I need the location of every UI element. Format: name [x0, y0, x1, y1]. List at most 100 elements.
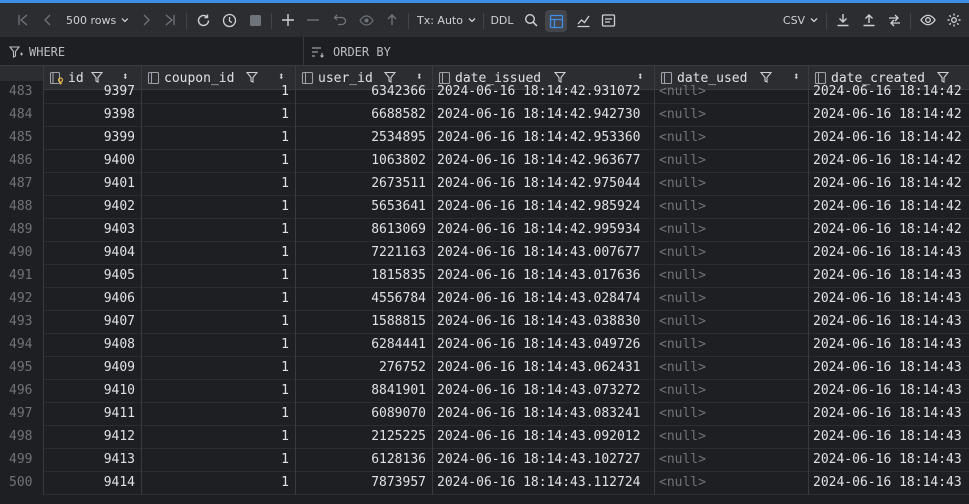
date-created-cell[interactable]: 2024-06-16 18:14:43	[809, 242, 969, 265]
id-cell[interactable]: 9408	[44, 334, 142, 357]
chart-view-icon[interactable]	[573, 3, 593, 37]
date-created-cell[interactable]: 2024-06-16 18:14:43	[809, 265, 969, 288]
eye-icon[interactable]	[917, 3, 939, 37]
date-used-cell[interactable]: <null>	[655, 472, 809, 495]
date-used-cell[interactable]: <null>	[655, 265, 809, 288]
user-id-cell[interactable]: 8841901	[296, 380, 433, 403]
table-row[interactable]: 487 9401 1 2673511 2024-06-16 18:14:42.97504…	[0, 173, 969, 196]
last-page-icon[interactable]	[160, 3, 180, 37]
ddl-button[interactable]: DDL	[489, 3, 515, 37]
date-issued-cell[interactable]: 2024-06-16 18:14:42.931072	[433, 81, 655, 104]
coupon-id-cell[interactable]: 1	[142, 104, 296, 127]
date-used-cell[interactable]: <null>	[655, 219, 809, 242]
table-row[interactable]: 498 9412 1 2125225 2024-06-16 18:14:43.09201…	[0, 426, 969, 449]
date-issued-cell[interactable]: 2024-06-16 18:14:43.102727	[433, 449, 655, 472]
date-created-cell[interactable]: 2024-06-16 18:14:43	[809, 380, 969, 403]
date-created-cell[interactable]: 2024-06-16 18:14:42	[809, 219, 969, 242]
user-id-cell[interactable]: 6089070	[296, 403, 433, 426]
history-icon[interactable]	[219, 3, 239, 37]
date-used-cell[interactable]: <null>	[655, 380, 809, 403]
coupon-id-cell[interactable]: 1	[142, 380, 296, 403]
date-issued-cell[interactable]: 2024-06-16 18:14:43.112724	[433, 472, 655, 495]
id-cell[interactable]: 9406	[44, 288, 142, 311]
date-issued-cell[interactable]: 2024-06-16 18:14:42.995934	[433, 219, 655, 242]
coupon-id-cell[interactable]: 1	[142, 449, 296, 472]
compare-icon[interactable]	[884, 3, 904, 37]
coupon-id-cell[interactable]: 1	[142, 357, 296, 380]
user-id-cell[interactable]: 2673511	[296, 173, 433, 196]
user-id-cell[interactable]: 1588815	[296, 311, 433, 334]
user-id-cell[interactable]: 4556784	[296, 288, 433, 311]
id-cell[interactable]: 9405	[44, 265, 142, 288]
table-row[interactable]: 500 9414 1 7873957 2024-06-16 18:14:43.11272…	[0, 472, 969, 495]
date-created-cell[interactable]: 2024-06-16 18:14:42	[809, 127, 969, 150]
user-id-cell[interactable]: 5653641	[296, 196, 433, 219]
id-cell[interactable]: 9404	[44, 242, 142, 265]
gear-icon[interactable]	[943, 3, 965, 37]
date-created-cell[interactable]: 2024-06-16 18:14:43	[809, 426, 969, 449]
user-id-cell[interactable]: 1063802	[296, 150, 433, 173]
date-issued-cell[interactable]: 2024-06-16 18:14:42.963677	[433, 150, 655, 173]
id-cell[interactable]: 9413	[44, 449, 142, 472]
page-size-dropdown[interactable]: 500 rows	[66, 3, 130, 37]
search-icon[interactable]	[521, 3, 541, 37]
table-row[interactable]: 492 9406 1 4556784 2024-06-16 18:14:43.02847…	[0, 288, 969, 311]
date-created-cell[interactable]: 2024-06-16 18:14:43	[809, 334, 969, 357]
where-filter[interactable]: WHERE	[9, 37, 65, 66]
table-row[interactable]: 495 9409 1 276752 2024-06-16 18:14:43.062431…	[0, 357, 969, 380]
date-issued-cell[interactable]: 2024-06-16 18:14:43.062431	[433, 357, 655, 380]
date-used-cell[interactable]: <null>	[655, 334, 809, 357]
date-used-cell[interactable]: <null>	[655, 127, 809, 150]
table-row[interactable]: 485 9399 1 2534895 2024-06-16 18:14:42.95336…	[0, 127, 969, 150]
date-used-cell[interactable]: <null>	[655, 242, 809, 265]
table-row[interactable]: 490 9404 1 7221163 2024-06-16 18:14:43.00767…	[0, 242, 969, 265]
date-created-cell[interactable]: 2024-06-16 18:14:43	[809, 472, 969, 495]
date-created-cell[interactable]: 2024-06-16 18:14:43	[809, 403, 969, 426]
coupon-id-cell[interactable]: 1	[142, 472, 296, 495]
user-id-cell[interactable]: 7873957	[296, 472, 433, 495]
date-issued-cell[interactable]: 2024-06-16 18:14:43.017636	[433, 265, 655, 288]
coupon-id-cell[interactable]: 1	[142, 334, 296, 357]
coupon-id-cell[interactable]: 1	[142, 426, 296, 449]
table-row[interactable]: 496 9410 1 8841901 2024-06-16 18:14:43.07327…	[0, 380, 969, 403]
coupon-id-cell[interactable]: 1	[142, 242, 296, 265]
export-format-dropdown[interactable]: CSV	[782, 3, 820, 37]
date-created-cell[interactable]: 2024-06-16 18:14:43	[809, 449, 969, 472]
date-used-cell[interactable]: <null>	[655, 104, 809, 127]
upload-icon[interactable]	[859, 3, 879, 37]
date-issued-cell[interactable]: 2024-06-16 18:14:42.953360	[433, 127, 655, 150]
coupon-id-cell[interactable]: 1	[142, 288, 296, 311]
date-issued-cell[interactable]: 2024-06-16 18:14:42.942730	[433, 104, 655, 127]
record-view-icon[interactable]	[598, 3, 618, 37]
date-issued-cell[interactable]: 2024-06-16 18:14:43.073272	[433, 380, 655, 403]
submit-icon[interactable]	[382, 3, 402, 37]
coupon-id-cell[interactable]: 1	[142, 127, 296, 150]
id-cell[interactable]: 9399	[44, 127, 142, 150]
next-page-icon[interactable]	[136, 3, 156, 37]
preview-changes-icon[interactable]	[356, 3, 376, 37]
table-row[interactable]: 483 9397 1 6342366 2024-06-16 18:14:42.93107…	[0, 81, 969, 104]
id-cell[interactable]: 9402	[44, 196, 142, 219]
user-id-cell[interactable]: 2125225	[296, 426, 433, 449]
date-created-cell[interactable]: 2024-06-16 18:14:42	[809, 150, 969, 173]
user-id-cell[interactable]: 276752	[296, 357, 433, 380]
coupon-id-cell[interactable]: 1	[142, 81, 296, 104]
table-row[interactable]: 499 9413 1 6128136 2024-06-16 18:14:43.10272…	[0, 449, 969, 472]
user-id-cell[interactable]: 2534895	[296, 127, 433, 150]
stop-icon[interactable]	[245, 3, 265, 37]
date-used-cell[interactable]: <null>	[655, 426, 809, 449]
date-used-cell[interactable]: <null>	[655, 288, 809, 311]
date-created-cell[interactable]: 2024-06-16 18:14:43	[809, 288, 969, 311]
table-row[interactable]: 497 9411 1 6089070 2024-06-16 18:14:43.08324…	[0, 403, 969, 426]
coupon-id-cell[interactable]: 1	[142, 150, 296, 173]
id-cell[interactable]: 9398	[44, 104, 142, 127]
user-id-cell[interactable]: 8613069	[296, 219, 433, 242]
date-issued-cell[interactable]: 2024-06-16 18:14:43.083241	[433, 403, 655, 426]
user-id-cell[interactable]: 6128136	[296, 449, 433, 472]
date-issued-cell[interactable]: 2024-06-16 18:14:42.985924	[433, 196, 655, 219]
date-created-cell[interactable]: 2024-06-16 18:14:42	[809, 196, 969, 219]
date-used-cell[interactable]: <null>	[655, 173, 809, 196]
date-used-cell[interactable]: <null>	[655, 357, 809, 380]
user-id-cell[interactable]: 6342366	[296, 81, 433, 104]
table-row[interactable]: 491 9405 1 1815835 2024-06-16 18:14:43.01763…	[0, 265, 969, 288]
